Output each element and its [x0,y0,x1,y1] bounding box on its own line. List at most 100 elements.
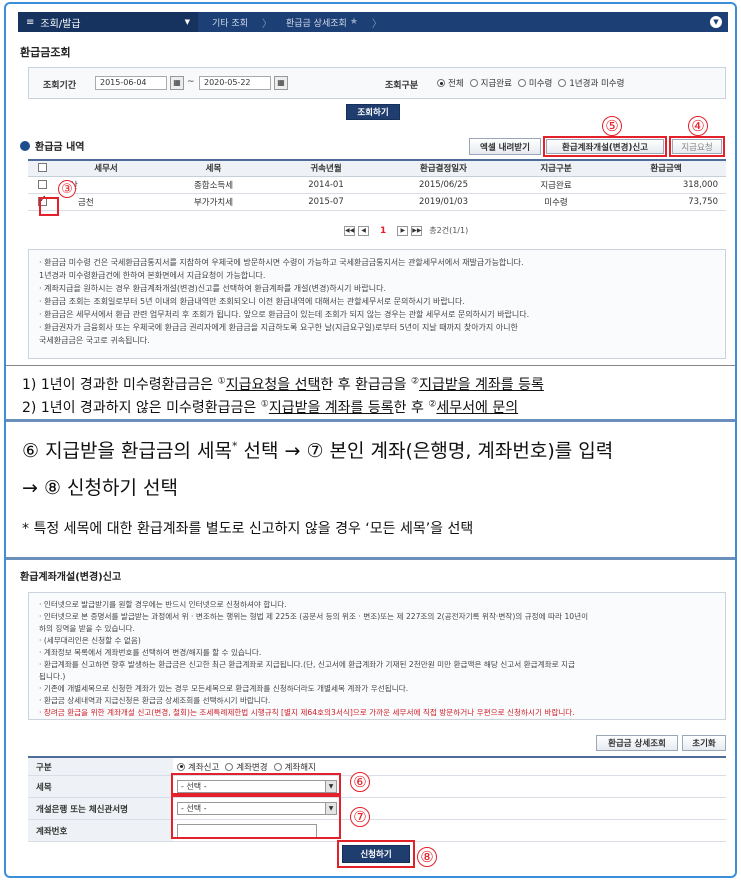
radio-account-change[interactable]: 계좌변경 [225,761,268,773]
calendar-icon[interactable]: ▦ [170,76,184,90]
note-line: 하의 징역을 받을 수 있습니다. [39,624,135,633]
reset-button[interactable]: 초기화 [682,735,726,751]
breadcrumb-other-inquiry[interactable]: 기타 조회 [198,16,262,29]
marker-6: ⑥ [350,772,370,792]
form-row-tax: 세목 - 선택 - ▼ [28,776,726,798]
instruction-text: 지급받을 계좌를 등록 [419,377,544,393]
date-from-input[interactable]: 2015-06-04 [95,76,167,90]
breadcrumb-separator-icon: 〉 [261,18,272,30]
note-line-red: · 장려금 환급을 위한 계좌개설 신고(변경, 철회)는 조세특례제한법 시행… [39,708,575,717]
radio-dot-icon [273,762,282,771]
period-label: 조회기간 [43,81,77,91]
star-icon[interactable]: ★ [350,17,358,27]
calendar-icon[interactable]: ▦ [274,76,288,90]
table-row[interactable]: 금천 부가가치세 2015-07 2019/01/03 미수령 73,750 [28,193,726,211]
prev-page-icon[interactable]: ◀ [358,225,369,236]
radio-unclaimed-1yr[interactable]: 1년경과 미수령 [558,77,624,89]
breadcrumb-refund-detail[interactable]: 환급금 상세조회 ★ [272,16,372,29]
divider [6,557,735,560]
form-label: 계좌번호 [28,820,173,841]
instruction-sup: ① [260,399,269,410]
note-line: · 기존에 개별세목으로 신청한 계좌가 있는 경우 모든세목으로 환급계좌를 … [39,684,409,693]
list-title-label: 환급금 내역 [35,142,85,153]
table-header-row: 세무서 세목 귀속년월 환급결정일자 지급구분 환급금액 [28,159,726,177]
marker-5: ⑤ [602,116,622,136]
instruction-text: 세무서에 문의 [436,400,519,416]
status-cell: 지급완료 [506,176,606,194]
account-register-button[interactable]: 환급계좌개설(변경)신고 [546,139,664,154]
big-instruction-2: → ⑧ 신청하기 선택 [22,477,178,499]
row-checkbox-cell [28,176,56,194]
current-page[interactable]: 1 [380,226,386,236]
radio-unclaimed[interactable]: 미수령 [517,77,552,89]
refund-detail-button[interactable]: 환급금 상세조회 [596,735,678,751]
instruction-sup: ② [410,376,420,387]
search-button[interactable]: 조회하기 [346,104,400,120]
pagination: ◀◀ ◀ 1 ▶ ▶▶ 총2건(1/1) [344,225,468,236]
column-header: 세무서 [56,159,156,177]
account-notes: · 인터넷으로 발급받기를 원할 경우에는 반드시 인터넷으로 신청하셔야 합니… [28,592,726,720]
radio-label: 지급완료 [480,79,512,89]
marker-3: ③ [58,180,76,198]
select-all-checkbox[interactable] [37,163,47,173]
header-checkbox-cell [28,159,56,177]
date-to-input[interactable]: 2020-05-22 [199,76,271,90]
form-label: 개설은행 또는 체신관서명 [28,798,173,819]
note-line: · 환급금 상세내역과 지급신청은 환급금 상세조회를 선택하시기 바랍니다. [39,696,271,705]
instruction-text: 2) 1년이 경과하지 않은 미수령환급금은 [22,400,261,416]
radio-dot-icon [177,762,185,771]
big-instruction-1: ⑥ 지급받을 환급금의 세목* 선택 → ⑦ 본인 계좌(은행명, 계좌번호)를… [22,436,613,463]
radio-all[interactable]: 전체 [437,77,464,89]
note-line: 됩니다.) [39,672,66,681]
form-row-bank: 개설은행 또는 체신관서명 - 선택 - ▼ [28,798,726,820]
account-form: 구분 계좌신고 계좌변경 계좌해지 세목 - 선택 - ▼ 개설은행 또는 체신관… [28,756,726,842]
instruction-text: 지급요청을 선택 [225,377,321,393]
date-cell: 2019/01/03 [381,193,506,211]
note-line: 국세환급금은 국고로 귀속됩니다. [39,336,150,345]
radio-label: 계좌변경 [236,762,268,773]
last-page-icon[interactable]: ▶▶ [411,225,423,236]
radio-label: 계좌해지 [284,762,316,773]
note-line: · 환급금 미수령 건은 국세환급금통지서를 지참하여 우체국에 방문하시면 수… [39,258,524,267]
instruction-line-1: 1) 1년이 경과한 미수령환급금은 ①지급요청을 선택한 후 환급금을 ②지급… [22,374,544,394]
period-cell: 2014-01 [271,176,381,194]
column-header: 환급결정일자 [381,159,506,177]
highlight-box [39,197,59,216]
marker-4: ④ [688,116,708,136]
form-label: 세목 [28,776,173,797]
instruction-line-2: 2) 1년이 경과하지 않은 미수령환급금은 ①지급받을 계좌를 등록한 후 ②… [22,397,518,417]
column-header: 세목 [156,159,271,177]
excel-download-button[interactable]: 엑셀 내려받기 [469,138,541,155]
type-radio-group: 전체 지급완료 미수령 1년경과 미수령 [437,77,630,89]
instruction-text: 선택 → ⑦ 본인 계좌(은행명, 계좌번호)를 입력 [237,440,614,462]
form-row-type: 구분 계좌신고 계좌변경 계좌해지 [28,758,726,776]
instruction-text: 한 후 [393,400,429,416]
refund-table: 세무서 세목 귀속년월 환급결정일자 지급구분 환급금액 논산 종합소득세 20… [28,159,726,211]
note-line: · 환급계좌를 신고하면 향후 발생하는 환급금은 신고한 최근 환급계좌로 지… [39,660,575,669]
chevron-down-icon[interactable]: ▼ [710,16,722,28]
radio-account-register[interactable]: 계좌신고 [177,761,219,773]
page-total: 총2건(1/1) [429,226,469,235]
marker-7: ⑦ [350,807,370,827]
note-line: · 계좌지급을 원하시는 경우 환급계좌개설(변경)신고를 선택하여 환급계좌를… [39,284,387,293]
note-line: · 환급권자가 금융회사 또는 우체국에 환급금 권리자에게 환급금을 지급하도… [39,323,518,332]
next-page-icon[interactable]: ▶ [397,225,409,236]
breadcrumb-separator-icon: 〉 [371,18,382,30]
page-title: 환급금조회 [20,46,71,59]
submit-button[interactable]: 신청하기 [342,845,410,863]
menu-dropdown[interactable]: ≡ 조회/발급 ▼ [18,12,198,32]
note-line: · 인터넷으로 발급받기를 원할 경우에는 반드시 인터넷으로 신청하셔야 합니… [39,600,287,609]
radio-account-cancel[interactable]: 계좌해지 [273,761,316,773]
top-nav-bar: ≡ 조회/발급 ▼ 기타 조회 〉 환급금 상세조회 ★ 〉 ▼ [18,12,728,32]
note-line: · 환급금은 세무서에서 환급 관련 업무처리 후 조회가 됩니다. 앞으로 환… [39,310,530,319]
form-row-account: 계좌번호 [28,820,726,842]
table-row[interactable]: 논산 종합소득세 2014-01 2015/06/25 지급완료 318,000 [28,176,726,194]
row-checkbox[interactable] [37,179,47,189]
instruction-text: ⑥ 지급받을 환급금의 세목 [22,440,232,462]
section-title: 환급계좌개설(변경)신고 [20,572,122,583]
first-page-icon[interactable]: ◀◀ [344,225,355,236]
menu-label: 조회/발급 [40,18,81,30]
payment-request-button[interactable]: 지급요청 [672,139,722,154]
type-label: 조회구분 [385,81,419,91]
radio-paid[interactable]: 지급완료 [469,77,512,89]
